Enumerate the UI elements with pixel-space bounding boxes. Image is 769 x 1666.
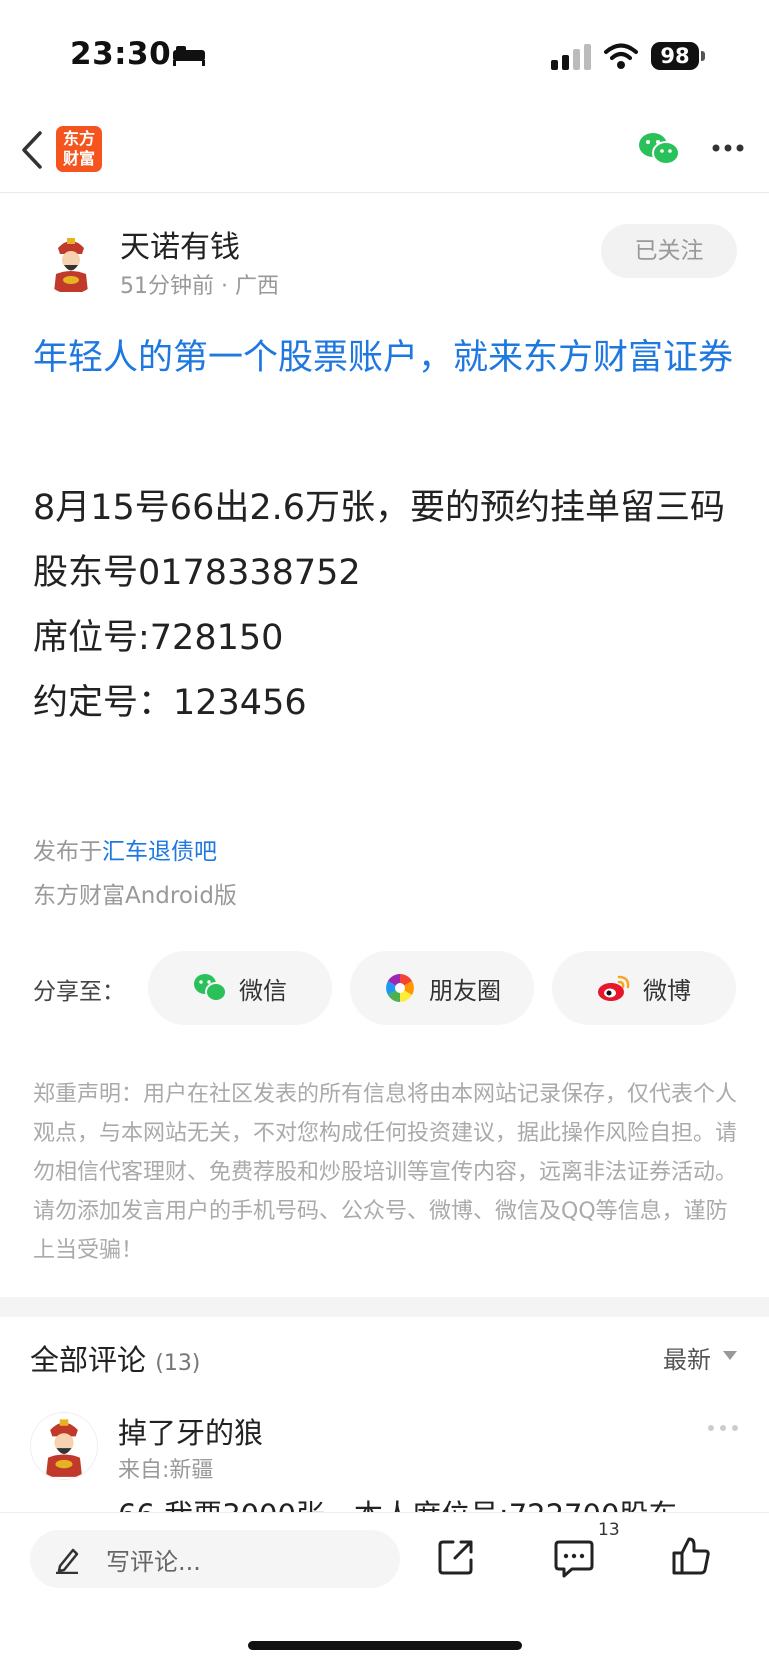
author-name[interactable]: 天诺有钱 bbox=[120, 222, 240, 266]
moments-icon bbox=[386, 974, 414, 1002]
follow-button[interactable]: 已关注 bbox=[601, 224, 737, 278]
comment-more-icon[interactable] bbox=[707, 1424, 739, 1432]
weibo-icon bbox=[598, 975, 630, 1001]
battery-tip bbox=[701, 51, 705, 61]
wechat-icon bbox=[194, 974, 227, 1002]
sleep-mode-icon bbox=[173, 46, 205, 66]
comments-title: 全部评论 bbox=[30, 1343, 147, 1377]
author-avatar[interactable] bbox=[40, 232, 102, 294]
comment-count-badge: 13 bbox=[598, 1520, 620, 1540]
pencil-icon bbox=[56, 1548, 79, 1574]
thumbs-up-icon[interactable] bbox=[671, 1536, 711, 1576]
share-weibo-button[interactable]: 微博 bbox=[552, 951, 736, 1025]
battery-indicator: 98 bbox=[651, 42, 699, 70]
comments-header: 全部评论 (13) bbox=[30, 1337, 200, 1379]
share-weibo-label: 微博 bbox=[643, 976, 691, 1005]
share-moments-label: 朋友圈 bbox=[429, 976, 501, 1005]
sort-dropdown[interactable]: 最新 bbox=[663, 1340, 711, 1375]
post-platform: 东方财富Android版 bbox=[33, 883, 237, 909]
share-moments-button[interactable]: 朋友圈 bbox=[350, 951, 534, 1025]
wifi-icon bbox=[604, 43, 638, 69]
post-meta: 51分钟前 · 广西 bbox=[120, 274, 279, 299]
commenter-name[interactable]: 掉了牙的狼 bbox=[118, 1410, 263, 1452]
caret-down-icon[interactable] bbox=[723, 1351, 737, 1360]
share-wechat-button[interactable]: 微信 bbox=[148, 951, 332, 1025]
post-body-line: 股东号0178338752 bbox=[33, 553, 361, 593]
back-arrow-icon[interactable] bbox=[20, 130, 44, 170]
caishen-avatar-icon bbox=[31, 1413, 97, 1479]
comment-input-placeholder: 写评论... bbox=[106, 1547, 201, 1576]
cellular-signal-icon bbox=[551, 44, 591, 70]
share-label: 分享至： bbox=[33, 979, 125, 1005]
eastmoney-logo[interactable]: 东方 财富 bbox=[56, 126, 102, 172]
section-divider bbox=[0, 1297, 769, 1317]
share-icon[interactable] bbox=[437, 1538, 475, 1576]
more-options-icon[interactable] bbox=[711, 142, 745, 154]
share-wechat-label: 微信 bbox=[239, 976, 287, 1005]
published-in: 发布于汇车退债吧 bbox=[33, 832, 217, 866]
promo-title-link[interactable]: 年轻人的第一个股票账户，就来东方财富证券 bbox=[33, 330, 743, 386]
post-body-line: 8月15号66出2.6万张，要的预约挂单留三码 bbox=[33, 488, 726, 528]
comment-input[interactable]: 写评论... bbox=[30, 1530, 400, 1588]
wechat-share-icon[interactable] bbox=[638, 132, 680, 166]
forum-link[interactable]: 汇车退债吧 bbox=[102, 839, 217, 865]
status-time: 23:30 bbox=[70, 36, 172, 72]
post-body-line: 席位号:728150 bbox=[33, 618, 284, 658]
comment-bubble-icon[interactable] bbox=[554, 1538, 594, 1578]
disclaimer-text: 郑重声明：用户在社区发表的所有信息将由本网站记录保存，仅代表个人观点，与本网站无… bbox=[33, 1082, 738, 1263]
caishen-avatar-icon bbox=[40, 232, 102, 294]
commenter-location: 来自:新疆 bbox=[118, 1458, 214, 1483]
post-body: 8月15号66出2.6万张，要的预约挂单留三码 股东号0178338752 席位… bbox=[33, 476, 743, 736]
home-indicator bbox=[248, 1641, 522, 1650]
nav-divider bbox=[0, 192, 769, 193]
post-body-line: 约定号：123456 bbox=[33, 683, 307, 723]
published-prefix: 发布于 bbox=[33, 839, 102, 865]
commenter-avatar[interactable] bbox=[30, 1412, 98, 1480]
logo-line-1: 东方 bbox=[62, 129, 95, 148]
comments-count: (13) bbox=[155, 1351, 201, 1376]
logo-line-2: 财富 bbox=[62, 149, 95, 168]
